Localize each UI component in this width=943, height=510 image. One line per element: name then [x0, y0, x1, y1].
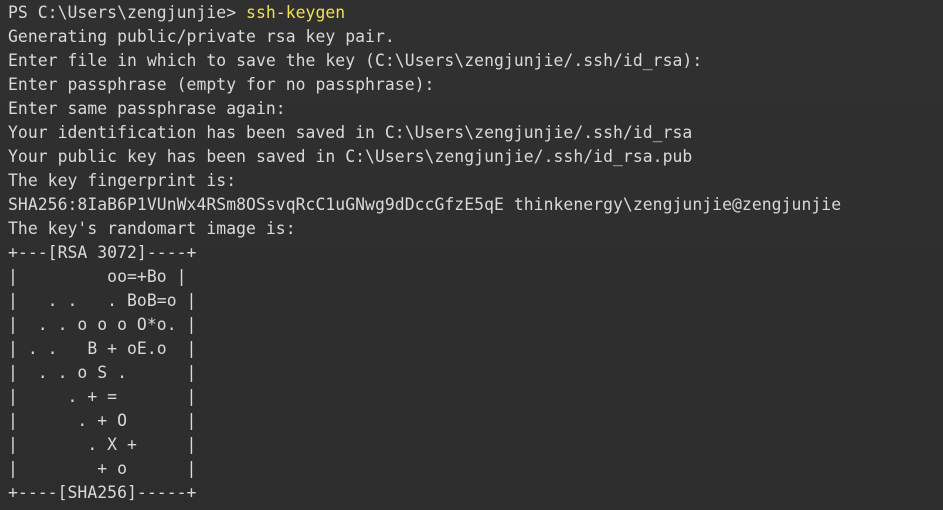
randomart-line: | . X + |	[8, 435, 197, 454]
output-line: Your public key has been saved in C:\Use…	[8, 147, 693, 166]
randomart-line: | + o |	[8, 459, 197, 478]
randomart-line: | . . . BoB=o |	[8, 291, 197, 310]
terminal-window[interactable]: PS C:\Users\zengjunjie> ssh-keygen Gener…	[0, 0, 943, 510]
command-text: ssh-keygen	[246, 3, 346, 22]
output-line: Enter same passphrase again:	[8, 99, 286, 118]
output-line: Your identification has been saved in C:…	[8, 123, 693, 142]
prompt-line: PS C:\Users\zengjunjie> ssh-keygen	[8, 1, 943, 25]
output-line: Generating public/private rsa key pair.	[8, 27, 395, 46]
fingerprint-line: SHA256:8IaB6P1VUnWx4RSm8OSsvqRcC1uGNwg9d…	[8, 195, 842, 214]
randomart-line: | . + O |	[8, 411, 197, 430]
randomart-line: | . . o o o O*o. |	[8, 315, 197, 334]
output-line: The key's randomart image is:	[8, 219, 296, 238]
randomart-line: | . . o S . |	[8, 363, 197, 382]
randomart-line: +---[RSA 3072]----+	[8, 243, 197, 262]
randomart-line: | oo=+Bo |	[8, 267, 187, 286]
terminal-output: PS C:\Users\zengjunjie> ssh-keygen Gener…	[8, 1, 943, 505]
randomart-line: | . . B + oE.o |	[8, 339, 197, 358]
output-line: The key fingerprint is:	[8, 171, 237, 190]
randomart-line: +----[SHA256]-----+	[8, 483, 197, 502]
prompt-prefix: PS C:\Users\zengjunjie>	[8, 3, 247, 22]
randomart-line: | . + = |	[8, 387, 197, 406]
output-line: Enter file in which to save the key (C:\…	[8, 51, 703, 70]
output-line: Enter passphrase (empty for no passphras…	[8, 75, 435, 94]
